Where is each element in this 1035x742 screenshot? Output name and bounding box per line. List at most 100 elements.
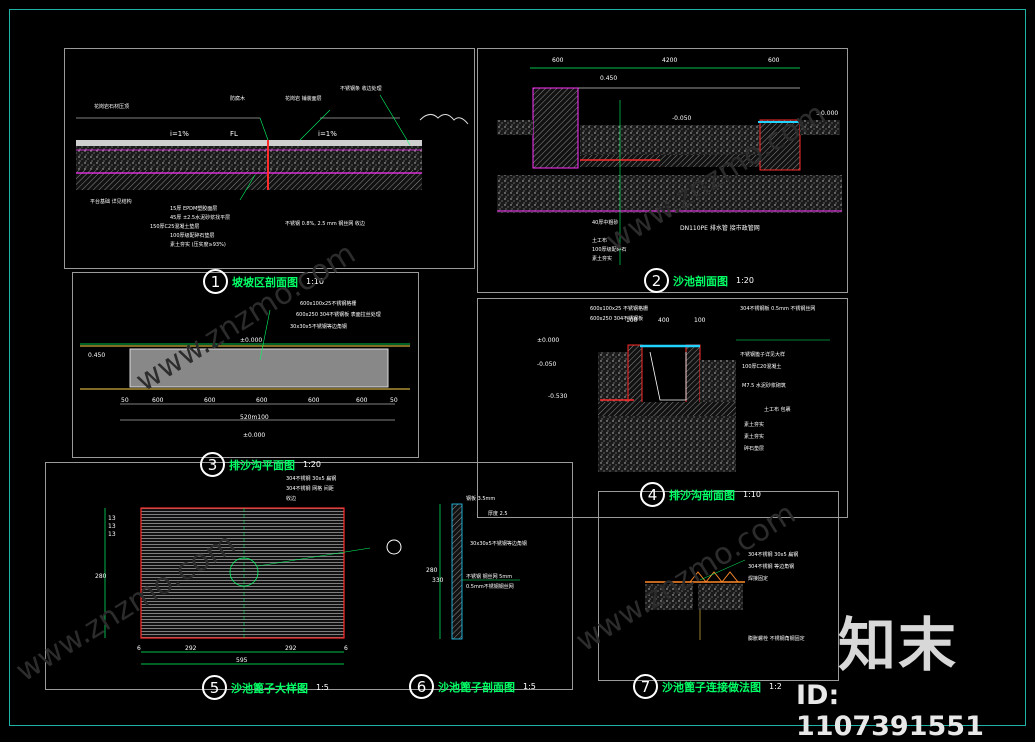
- d5-side: 280: [95, 573, 107, 580]
- drawing-scale: 1:2: [769, 682, 782, 691]
- d1-note: 150厚C25混凝土垫层: [150, 223, 199, 230]
- drawing-scale: 1:20: [736, 276, 754, 285]
- drawing-3-plan: 0.450 ±0.000 ±0.000 50 600 600 600 600 6…: [80, 300, 410, 439]
- d3-dim: 600: [204, 397, 216, 404]
- svg-text:304不锈钢板 0.5mm 不锈钢丝网: 304不锈钢板 0.5mm 不锈钢丝网: [740, 305, 815, 312]
- drawing-4-section: 600x100x25 不锈钢格栅 600x250 304不锈钢板 100 400…: [537, 305, 830, 472]
- site-logo: 知末: [838, 611, 959, 679]
- d3-total: 520m100: [240, 414, 269, 421]
- caption-7: 7 沙池篦子连接做法图 1:2: [633, 674, 782, 699]
- d4-dim: 100: [626, 317, 638, 324]
- slope-label-2: i=1%: [318, 130, 337, 138]
- d2-pipe: DN110PE 排水管 接市政管网: [680, 224, 760, 232]
- d6-side: 330: [432, 577, 444, 584]
- d1-note: 素土夯实 (压实度≥93%): [170, 241, 226, 248]
- caption-2: 2 沙池剖面图 1:20: [644, 268, 754, 293]
- d5-dim: 6: [137, 645, 141, 652]
- svg-text:304不锈钢 网格 间距: 304不锈钢 网格 间距: [286, 485, 334, 492]
- svg-text:膨胀螺栓 不锈钢角钢固定: 膨胀螺栓 不锈钢角钢固定: [748, 635, 805, 642]
- svg-text:钢板 3.5mm: 钢板 3.5mm: [466, 495, 495, 502]
- d2-note: 40厚中粗砂: [592, 219, 618, 226]
- d6-side: 280: [426, 567, 438, 574]
- d3-level: ±0.000: [240, 337, 262, 344]
- svg-text:不锈钢 钢丝网 5mm: 不锈钢 钢丝网 5mm: [466, 573, 512, 580]
- drawing-scale: 1:5: [316, 683, 329, 692]
- drawing-scale: 1:5: [523, 682, 536, 691]
- d2-dim: 4200: [662, 57, 677, 64]
- d5-dim: 292: [185, 645, 197, 652]
- drawing-number: 1: [203, 269, 228, 294]
- drawing-number: 2: [644, 268, 669, 293]
- d1-note: 100厚级配碎石垫层: [170, 232, 215, 239]
- d4-level: -0.050: [537, 361, 557, 368]
- d5-dim-left: 13: [108, 531, 116, 538]
- drawing-1-section: 花岗岩石材压顶 防腐木 花岗岩 铺装面层 不锈钢条 收边处理 FL i=1% i…: [76, 85, 469, 248]
- d2-level: -0.050: [672, 115, 692, 122]
- svg-text:厚度 2.5: 厚度 2.5: [488, 510, 508, 517]
- d5-dim: 6: [344, 645, 348, 652]
- caption-3: 3 排沙沟平面图 1:20: [200, 452, 321, 477]
- svg-text:600x100x25不锈钢格栅: 600x100x25不锈钢格栅: [300, 300, 356, 307]
- drawing-number: 7: [633, 674, 658, 699]
- svg-text:600x250 304不锈钢板 表面拉丝处理: 600x250 304不锈钢板 表面拉丝处理: [296, 311, 381, 318]
- d5-dim-left: 13: [108, 515, 116, 522]
- svg-text:土工布 包裹: 土工布 包裹: [764, 406, 791, 413]
- d1-note: 15厚 EPDM塑胶面层: [170, 205, 217, 212]
- d4-dim: 400: [658, 317, 670, 324]
- drawing-title: 排沙沟剖面图: [669, 488, 735, 502]
- drawing-title: 沙池篦子连接做法图: [662, 680, 761, 694]
- drawing-title: 排沙沟平面图: [229, 458, 295, 472]
- drawing-5-grate-detail: 6 292 292 6 595 13 13 13 280 304不锈钢 30x5…: [95, 475, 402, 665]
- drawing-number: 3: [200, 452, 225, 477]
- svg-text:30x30x5不锈钢等边角钢: 30x30x5不锈钢等边角钢: [290, 323, 347, 330]
- drawing-7-connection: 304不锈钢 30x5 扁钢 304不锈钢 等边角钢 焊接固定 膨胀螺栓 不锈钢…: [645, 551, 805, 642]
- svg-text:不锈钢 0.8%, 2.5 mm 钢丝网 收边: 不锈钢 0.8%, 2.5 mm 钢丝网 收边: [285, 220, 365, 227]
- d6-note: 0.5mm不锈钢钢丝网: [466, 583, 514, 590]
- d4-note: 素土夯实: [744, 433, 764, 440]
- asset-id: ID: 1107391551: [796, 680, 984, 742]
- caption-4: 4 排沙沟剖面图 1:10: [640, 482, 761, 507]
- d2-level: ±0.000: [816, 110, 838, 117]
- svg-text:防腐木: 防腐木: [230, 95, 245, 102]
- d2-note: 土工布: [592, 237, 607, 244]
- drawing-title: 沙池篦子剖面图: [438, 680, 515, 694]
- d2-dim: 600: [768, 57, 780, 64]
- svg-text:不锈钢条 收边处理: 不锈钢条 收边处理: [340, 85, 382, 92]
- drawing-number: 6: [409, 674, 434, 699]
- drawing-2-section: 600 4200 600 0.450 -0.050 ±0.000 DN110PE…: [497, 57, 842, 265]
- svg-text:600x100x25 不锈钢格栅: 600x100x25 不锈钢格栅: [590, 305, 648, 312]
- drawing-title: 坡坡区剖面图: [232, 275, 298, 289]
- d2-note: 素土夯实: [592, 255, 612, 262]
- d4-level: ±0.000: [537, 337, 559, 344]
- caption-6: 6 沙池篦子剖面图 1:5: [409, 674, 536, 699]
- drawing-title: 沙池剖面图: [673, 274, 728, 288]
- d3-dim: 600: [308, 397, 320, 404]
- drawing-title: 沙池篦子大样图: [231, 681, 308, 695]
- d6-note: 30x30x5不锈钢等边角钢: [470, 540, 527, 547]
- drawing-6-grate-section: 280 330 钢板 3.5mm 厚度 2.5 30x30x5不锈钢等边角钢 不…: [426, 495, 527, 640]
- d4-note: 不锈钢篦子详见大样: [740, 351, 785, 358]
- drawing-scale: 1:10: [306, 277, 324, 286]
- d2-dim: 600: [552, 57, 564, 64]
- drawing-scale: 1:20: [303, 460, 321, 469]
- caption-1: 1 坡坡区剖面图 1:10: [203, 269, 324, 294]
- d1-note: 45厚 ±2.5水泥砂浆找平层: [170, 214, 230, 221]
- svg-text:花岗岩石材压顶: 花岗岩石材压顶: [94, 103, 129, 110]
- d2-level: 0.450: [600, 75, 617, 82]
- drawing-sheet: 花岗岩石材压顶 防腐木 花岗岩 铺装面层 不锈钢条 收边处理 FL i=1% i…: [0, 0, 1035, 742]
- d5-dim: 292: [285, 645, 297, 652]
- d5-total: 595: [236, 657, 248, 664]
- d3-dim: 50: [121, 397, 129, 404]
- d4-level: -0.530: [548, 393, 568, 400]
- d5-dim-left: 13: [108, 523, 116, 530]
- drawing-scale: 1:10: [743, 490, 761, 499]
- slope-label-1: i=1%: [170, 130, 189, 138]
- d3-dim: 600: [356, 397, 368, 404]
- d4-note: 碎石垫层: [744, 445, 764, 452]
- svg-text:焊接固定: 焊接固定: [748, 575, 768, 582]
- svg-text:花岗岩 铺装面层: 花岗岩 铺装面层: [285, 95, 322, 102]
- d3-dim: 600: [152, 397, 164, 404]
- fl-label: FL: [230, 130, 238, 138]
- d4-note: M7.5 水泥砂浆砌筑: [742, 382, 786, 389]
- d3-level: ±0.000: [243, 432, 265, 439]
